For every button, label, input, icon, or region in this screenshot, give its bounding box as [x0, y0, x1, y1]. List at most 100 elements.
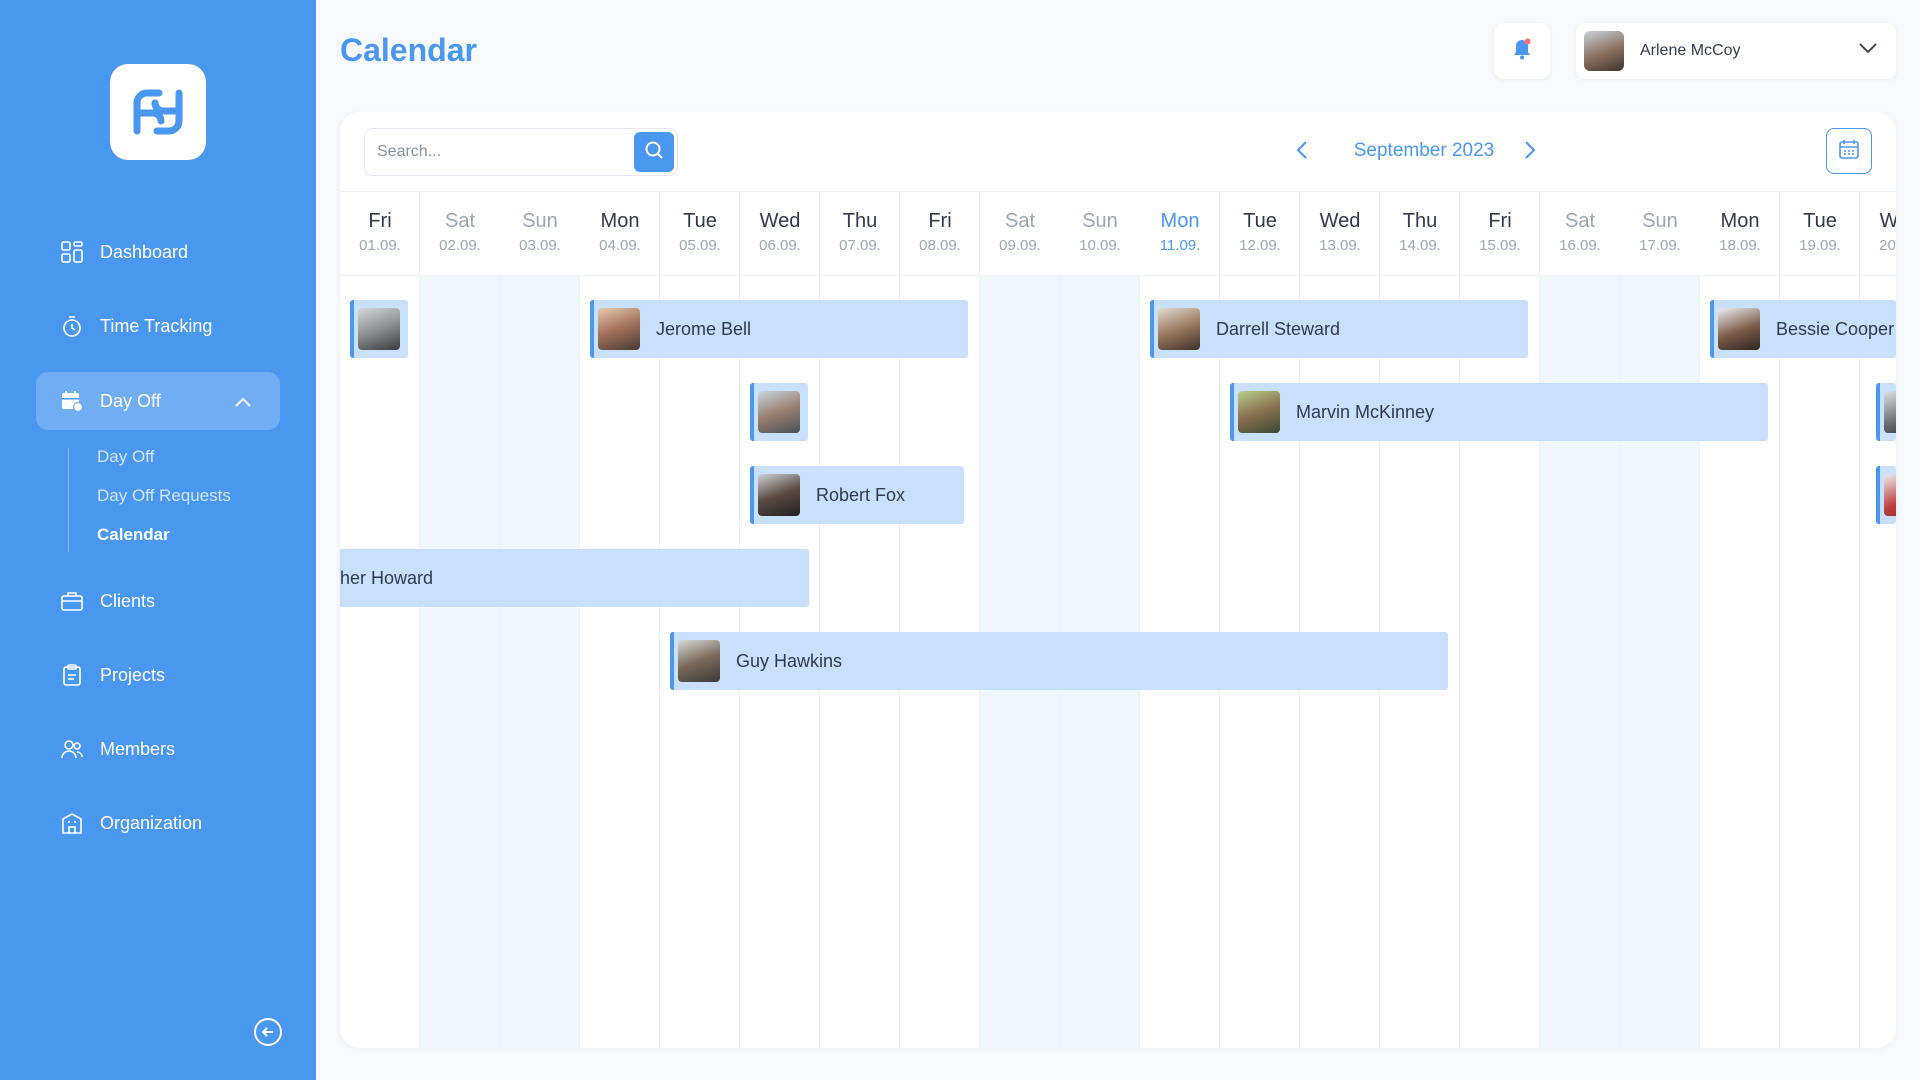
sidebar-item-label: Dashboard [100, 241, 189, 262]
event-bar[interactable] [350, 300, 408, 358]
day-column[interactable]: Sat 16.09. [1540, 192, 1620, 1048]
bell-icon [1512, 38, 1532, 65]
day-name: Sat [1004, 210, 1036, 232]
day-date: 12.09. [1239, 237, 1281, 254]
event-bar[interactable]: Guy Hawkins [670, 632, 1448, 690]
day-date: 08.09. [919, 237, 961, 254]
day-date: 17.09. [1639, 237, 1681, 254]
sidebar-item-label: Clients [100, 590, 156, 611]
day-date: 06.09. [759, 237, 801, 254]
chevron-left-icon [1296, 140, 1308, 165]
people-icon [60, 737, 84, 761]
day-date: 14.09. [1399, 237, 1441, 254]
chevron-up-icon[interactable] [234, 392, 252, 413]
day-column[interactable]: Sun 10.09. [1060, 192, 1140, 1048]
avatar [758, 391, 800, 433]
day-column[interactable]: Sun 03.09. [500, 192, 580, 1048]
day-date: 01.09. [359, 237, 401, 254]
sidebar-item-clients[interactable]: Clients [36, 572, 280, 630]
sidebar: Dashboard Time Tracking Day Off Day Off … [0, 0, 316, 1080]
briefcase-icon [60, 589, 84, 613]
sidebar-item-label: Projects [100, 664, 166, 685]
avatar [1238, 391, 1280, 433]
day-header: Fri 08.09. [900, 192, 980, 276]
prev-month-button[interactable] [1290, 140, 1314, 164]
event-bar[interactable] [750, 383, 808, 441]
date-picker-button[interactable] [1826, 128, 1872, 174]
day-column[interactable]: Sun 17.09. [1620, 192, 1700, 1048]
sidebar-item-label: Members [100, 738, 176, 759]
sidebar-item-time-tracking[interactable]: Time Tracking [36, 297, 280, 355]
day-header: Sun 03.09. [500, 192, 580, 276]
event-bar[interactable]: Marvin McKinney [1230, 383, 1768, 441]
day-header: Mon 18.09. [1700, 192, 1780, 276]
submenu-item-calendar[interactable]: Calendar [97, 525, 170, 545]
day-header: Thu 14.09. [1380, 192, 1460, 276]
sidebar-item-projects[interactable]: Projects [36, 646, 280, 704]
search-input[interactable] [377, 129, 627, 175]
page-title: Calendar [340, 32, 477, 68]
search-button[interactable] [634, 132, 674, 172]
day-column[interactable]: Sat 09.09. [980, 192, 1060, 1048]
day-name: Mon [600, 210, 640, 232]
event-bar[interactable] [1876, 383, 1896, 441]
event-bar[interactable] [1876, 466, 1896, 524]
avatar [1884, 391, 1896, 433]
next-month-button[interactable] [1518, 140, 1542, 164]
clipboard-icon [60, 663, 84, 687]
day-header: Sat 02.09. [420, 192, 500, 276]
avatar [598, 308, 640, 350]
notification-button[interactable] [1494, 23, 1550, 79]
submenu-item-day-off-requests[interactable]: Day Off Requests [97, 486, 231, 506]
event-bar[interactable]: Jerome Bell [590, 300, 968, 358]
calendar-user-icon [60, 389, 84, 413]
day-header: Tue 12.09. [1220, 192, 1300, 276]
day-header: Sun 10.09. [1060, 192, 1140, 276]
chevron-right-icon [1524, 140, 1536, 165]
event-bar[interactable]: Robert Fox [750, 466, 964, 524]
sidebar-item-dashboard[interactable]: Dashboard [36, 223, 280, 281]
day-name: Wed [1879, 210, 1896, 232]
sidebar-item-organization[interactable]: Organization [36, 794, 280, 852]
day-name: Tue [683, 210, 717, 232]
day-name: Thu [842, 210, 878, 232]
calendar-grid: Fri 01.09. Sat 02.09. Sun 03.09. Mon 04.09. … [340, 192, 1896, 1048]
avatar [678, 640, 720, 682]
user-menu[interactable]: Arlene McCoy [1576, 23, 1896, 79]
stopwatch-icon [60, 314, 84, 338]
avatar [358, 308, 400, 350]
day-name: Tue [1803, 210, 1837, 232]
event-name: her Howard [340, 567, 434, 588]
day-name: Fri [1488, 210, 1512, 232]
sidebar-item-members[interactable]: Members [36, 720, 280, 778]
avatar [1884, 474, 1896, 516]
day-name: Tue [1243, 210, 1277, 232]
submenu-divider [68, 448, 69, 552]
day-header: Mon 04.09. [580, 192, 660, 276]
day-column[interactable]: Sat 02.09. [420, 192, 500, 1048]
day-name: Fri [368, 210, 392, 232]
avatar [1584, 31, 1624, 71]
event-bar[interactable]: her Howard [340, 549, 809, 607]
event-name: Robert Fox [816, 484, 906, 505]
day-name: Fri [928, 210, 952, 232]
arrow-left-circle-icon[interactable] [254, 1018, 282, 1046]
dashboard-grid-icon [60, 240, 84, 264]
event-bar[interactable]: Bessie Cooper [1710, 300, 1896, 358]
day-header: Tue 05.09. [660, 192, 740, 276]
day-name: Sat [444, 210, 476, 232]
day-header: Tue 19.09. [1780, 192, 1860, 276]
day-header: Wed 06.09. [740, 192, 820, 276]
brand-logo-icon[interactable] [110, 64, 206, 160]
event-name: Bessie Cooper [1776, 318, 1895, 339]
day-header: Sat 09.09. [980, 192, 1060, 276]
submenu-item-day-off[interactable]: Day Off [97, 447, 154, 467]
sidebar-item-day-off[interactable]: Day Off [36, 372, 280, 430]
day-name: Sun [1082, 210, 1118, 232]
day-name: Wed [1319, 210, 1361, 232]
user-name: Arlene McCoy [1640, 42, 1741, 59]
event-bar[interactable]: Darrell Steward [1150, 300, 1528, 358]
chevron-down-icon[interactable] [1858, 41, 1878, 60]
avatar [1718, 308, 1760, 350]
day-header: Wed 20.09. [1860, 192, 1896, 276]
